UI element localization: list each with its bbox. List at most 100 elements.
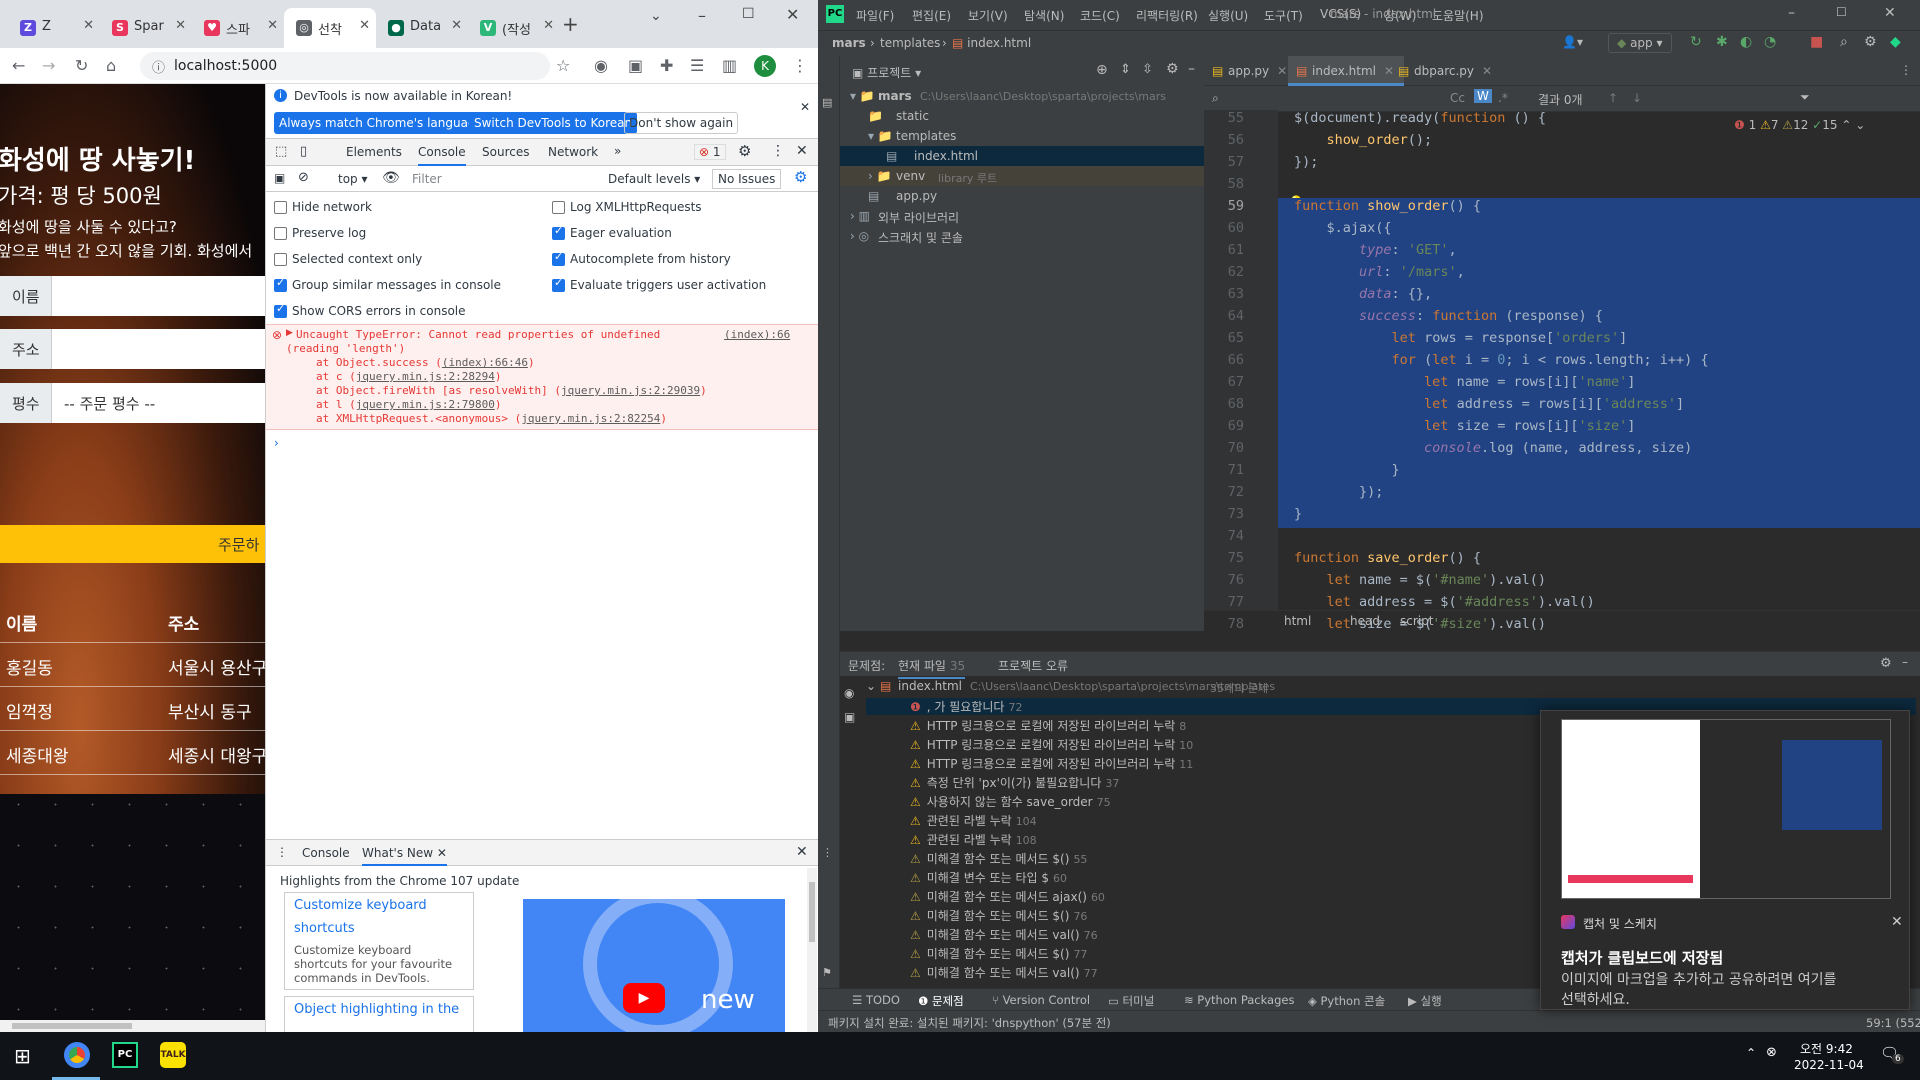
console-settings-icon[interactable]: ⚙ (794, 168, 807, 186)
tool-window-tab[interactable]: ▶ 실행 (1408, 993, 1442, 1009)
extensions-puzzle-icon[interactable]: ✚ (660, 56, 673, 75)
stack-frame-link[interactable]: jquery.min.js:2:28294 (356, 370, 495, 383)
structure-tool-icon[interactable]: ⋮ (822, 846, 833, 859)
chrome-menu-icon[interactable]: ⋮ (792, 56, 808, 75)
code-line[interactable]: 64 success: function (response) { (1228, 308, 1920, 330)
console-setting-checkbox[interactable]: Eager evaluation (552, 224, 672, 240)
menu-item[interactable]: 리팩터링(R) (1136, 7, 1198, 24)
profile-icon[interactable]: ◔ (1764, 34, 1776, 50)
locate-icon[interactable]: ⊕ (1096, 62, 1108, 78)
browser-tab[interactable]: V (작성 ✕ (468, 8, 560, 48)
devtools-tab-sources[interactable]: Sources (482, 145, 529, 159)
log-levels-select[interactable]: Default levels ▾ (608, 172, 700, 186)
cursor-position[interactable]: 59:1 (552 문 (1866, 1015, 1920, 1031)
name-input[interactable] (52, 276, 265, 316)
problem-item[interactable]: ⚠ 미해결 변수 또는 타입 $60 (910, 869, 1067, 886)
site-info-icon[interactable]: ⓘ (152, 57, 165, 76)
drawer-menu-icon[interactable]: ⋮ (276, 845, 288, 859)
devtools-tab-elements[interactable]: Elements (346, 145, 402, 159)
menu-item[interactable]: 도움말(H) (1432, 7, 1484, 24)
collapse-all-icon[interactable]: ⇳ (1142, 62, 1153, 77)
minimize-icon[interactable]: – (698, 6, 706, 25)
tab-close-icon[interactable]: ✕ (175, 18, 186, 33)
code-line[interactable]: 71 } (1228, 462, 1920, 484)
bookmarks-tool-icon[interactable]: ⚑ (822, 966, 832, 979)
problems-file-row[interactable]: ⌄ ▤ index.html C:\Users\laanc\Desktop\sp… (866, 678, 1916, 696)
size-select[interactable]: -- 주문 평수 -- (64, 393, 155, 414)
drawer-tab-console[interactable]: Console (302, 846, 350, 860)
menu-item[interactable]: 파일(F) (856, 7, 894, 24)
next-occurrence-icon[interactable]: ↓ (1632, 91, 1642, 105)
close-devtools-icon[interactable]: ✕ (796, 143, 808, 159)
drawer-tab-whats-new[interactable]: What's New ✕ (362, 846, 447, 866)
tray-clock-date[interactable]: 2022-11-04 (1794, 1058, 1864, 1072)
error-counter[interactable]: ⊗ 1 (694, 144, 726, 160)
sidebar-toggle-icon[interactable]: ▣ (274, 171, 285, 185)
breadcrumb-mars[interactable]: mars (832, 36, 866, 50)
stack-frame-link[interactable]: jquery.min.js:2:29039 (561, 384, 700, 397)
code-line[interactable]: 66 for (let i = 0; i < rows.length; i++)… (1228, 352, 1920, 374)
console-setting-checkbox[interactable]: Log XMLHttpRequests (552, 200, 702, 214)
issues-button[interactable]: No Issues (712, 169, 782, 189)
dont-show-button[interactable]: Don't show again (624, 112, 739, 134)
whats-new-video-thumbnail[interactable]: ▶ new (523, 899, 785, 1032)
notification-thumbnail[interactable] (1561, 719, 1891, 899)
stack-frame-link[interactable]: jquery.min.js:2:82254 (521, 412, 660, 425)
project-tree-item[interactable]: › ▥ 외부 라이브러리 (840, 206, 1204, 226)
code-line[interactable]: 67 let name = rows[i]['name'] (1228, 374, 1920, 396)
browser-tab[interactable]: ♥ 스파 ✕ (192, 8, 284, 48)
browser-tab[interactable]: ● Data ✕ (376, 8, 468, 48)
code-line[interactable]: 58 (1204, 176, 1920, 198)
stack-frame-link[interactable]: jquery.min.js:2:79800 (356, 398, 495, 411)
project-tree-item[interactable]: ▾ 📁 mars C:\Users\laanc\Desktop\sparta\pro… (840, 86, 1204, 106)
tray-status-icon[interactable]: ⊗ (1766, 1045, 1777, 1060)
code-line[interactable]: 59 function show_order() { (1228, 198, 1920, 220)
code-line[interactable]: 57}); (1204, 154, 1920, 176)
tool-window-tab[interactable]: ⑂ Version Control (992, 993, 1090, 1007)
tab-close-icon[interactable]: ✕ (451, 18, 462, 33)
code-line[interactable]: 78 let size = $('#size').val() (1204, 616, 1920, 638)
problem-item[interactable]: ⚠ HTTP 링크용으로 로컬에 저장된 라이브러리 누락 10 (910, 736, 1193, 753)
problem-item[interactable]: ⚠ 미해결 함수 또는 메서드 $() 76 (910, 907, 1087, 924)
project-tree-item[interactable]: ▾ 📁 templates (840, 126, 1204, 146)
expand-all-icon[interactable]: ⇕ (1120, 62, 1131, 77)
side-panel-icon[interactable]: ▥ (722, 56, 737, 75)
inspect-icon[interactable]: ⬚ (275, 144, 287, 159)
drawer-close-icon[interactable]: ✕ (796, 844, 808, 860)
console-setting-checkbox[interactable]: Selected context only (274, 252, 422, 266)
tool-window-tab[interactable]: ▭ 터미널 (1108, 993, 1154, 1009)
console-setting-checkbox[interactable]: Group similar messages in console (274, 276, 501, 292)
code-line[interactable]: 77 let address = $('#address').val() (1204, 594, 1920, 616)
code-line[interactable]: 65 let rows = response['orders'] (1228, 330, 1920, 352)
taskbar-kakaotalk-icon[interactable]: TALK (160, 1042, 186, 1068)
tab-search-icon[interactable]: ⌄ (650, 8, 662, 24)
tray-expand-icon[interactable]: ⌃ (1746, 1046, 1756, 1060)
order-button[interactable]: 주문하 (0, 525, 265, 563)
code-line[interactable]: 75 function save_order() { (1204, 550, 1920, 572)
project-tree-item[interactable]: › ◎ 스크래치 및 콘솔 (840, 226, 1204, 246)
code-line[interactable]: 68 let address = rows[i]['address'] (1228, 396, 1920, 418)
filter-input[interactable]: Filter (412, 172, 542, 186)
code-line[interactable]: 62 url: '/mars', (1228, 264, 1920, 286)
problem-item[interactable]: ⚠ 미해결 함수 또는 메서드 $() 55 (910, 850, 1087, 867)
clear-console-icon[interactable]: ⊘ (298, 170, 309, 185)
editor-tab-close-icon[interactable]: ✕ (1277, 64, 1287, 78)
match-case-icon[interactable]: Cc (1450, 91, 1465, 105)
pc-maximize-icon[interactable]: ☐ (1836, 5, 1847, 19)
tool-window-tab[interactable]: ≋ Python Packages (1184, 993, 1294, 1007)
devtools-tab-network[interactable]: Network (548, 145, 598, 159)
card-keyboard-shortcuts[interactable]: Customize keyboard shortcuts Customize k… (284, 892, 474, 990)
pc-close-icon[interactable]: ✕ (1884, 5, 1896, 21)
browser-tab[interactable]: Z Z ✕ (8, 8, 100, 48)
code-line[interactable]: 72 }); (1228, 484, 1920, 506)
whole-word-icon[interactable]: W (1474, 89, 1492, 103)
problems-hide-icon[interactable]: – (1902, 655, 1908, 669)
code-line[interactable]: 56 show_order(); (1204, 132, 1920, 154)
project-tool-icon[interactable]: ▤ (822, 96, 832, 109)
eye-icon[interactable]: ◉ (844, 686, 854, 700)
drawer-scrollbar[interactable] (807, 868, 817, 1032)
menu-item[interactable]: 도구(T) (1264, 7, 1303, 24)
code-line[interactable]: 69 let size = rows[i]['size'] (1228, 418, 1920, 440)
tab-close-icon[interactable]: ✕ (267, 18, 278, 33)
menu-item[interactable]: 실행(U) (1208, 7, 1248, 24)
